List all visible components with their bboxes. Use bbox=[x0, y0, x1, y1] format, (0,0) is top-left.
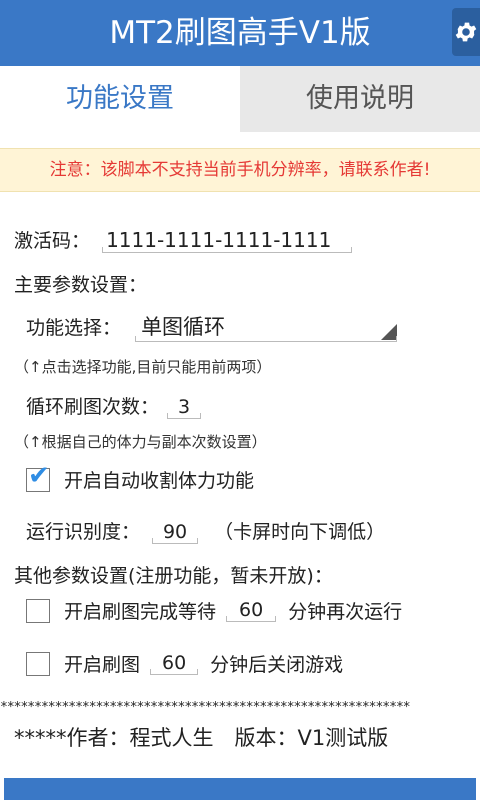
recognition-label: 运行识别度： bbox=[26, 521, 141, 543]
auto-stamina-checkbox[interactable] bbox=[26, 461, 50, 492]
author-footer: *****作者：程式人生 版本：V1测试版 bbox=[14, 726, 389, 750]
dropdown-arrow-icon bbox=[381, 324, 398, 340]
main-section-heading: 主要参数设置： bbox=[14, 274, 148, 296]
warning-banner: 注意：该脚本不支持当前手机分辨率，请联系作者! bbox=[0, 148, 480, 192]
wait-minutes-input[interactable]: 60 bbox=[226, 599, 277, 622]
recognition-input[interactable]: 90 bbox=[152, 521, 199, 544]
gear-icon bbox=[455, 22, 477, 42]
auto-stamina-row[interactable]: 开启自动收割体力功能 bbox=[26, 461, 480, 493]
function-select[interactable]: 单图循环 bbox=[135, 311, 398, 342]
recognition-row: 运行识别度： 90 （卡屏时向下调低） bbox=[26, 517, 480, 544]
divider-line: ****************************************… bbox=[0, 700, 411, 712]
loop-count-input[interactable]: 3 bbox=[167, 396, 202, 419]
close-option-row: 开启刷图 60 分钟后关闭游戏 bbox=[26, 650, 480, 677]
close-option-suffix: 分钟后关闭游戏 bbox=[210, 654, 344, 676]
loop-count-label: 循环刷图次数： bbox=[26, 396, 160, 418]
close-option-checkbox[interactable] bbox=[26, 651, 50, 676]
loop-hint: （↑根据自己的体力与副本次数设置） bbox=[14, 433, 267, 451]
tab-bar: 功能设置 使用说明 bbox=[0, 66, 480, 132]
close-option-label: 开启刷图 bbox=[64, 654, 141, 676]
wait-option-suffix: 分钟再次运行 bbox=[288, 601, 403, 623]
title-bar: MT2刷图高手V1版 bbox=[0, 0, 480, 66]
wait-option-checkbox[interactable] bbox=[26, 598, 50, 623]
function-label: 功能选择： bbox=[26, 317, 122, 339]
function-hint: （↑点击选择功能,目前只能用前两项） bbox=[14, 358, 272, 376]
loop-row: 循环刷图次数： 3 bbox=[26, 392, 480, 419]
function-row: 功能选择： 单图循环 bbox=[26, 311, 480, 342]
wait-option-label: 开启刷图完成等待 bbox=[64, 601, 217, 623]
close-minutes-input[interactable]: 60 bbox=[150, 652, 199, 675]
tab-usage-instructions[interactable]: 使用说明 bbox=[240, 66, 480, 132]
auto-stamina-label: 开启自动收割体力功能 bbox=[64, 470, 255, 492]
tab-function-settings[interactable]: 功能设置 bbox=[0, 66, 240, 132]
function-select-value: 单图循环 bbox=[141, 315, 226, 339]
other-section-heading: 其他参数设置(注册功能，暂未开放)： bbox=[14, 565, 333, 587]
wait-option-row: 开启刷图完成等待 60 分钟再次运行 bbox=[26, 597, 480, 624]
activation-code-input[interactable]: 1111-1111-1111-1111 bbox=[102, 228, 353, 253]
activation-row: 激活码： 1111-1111-1111-1111 bbox=[14, 226, 480, 253]
activation-label: 激活码： bbox=[14, 230, 91, 252]
settings-button[interactable] bbox=[452, 8, 480, 56]
bottom-action-bar[interactable] bbox=[4, 778, 476, 800]
recognition-hint: （卡屏时向下调低） bbox=[214, 521, 386, 543]
app-title: MT2刷图高手V1版 bbox=[109, 15, 371, 51]
